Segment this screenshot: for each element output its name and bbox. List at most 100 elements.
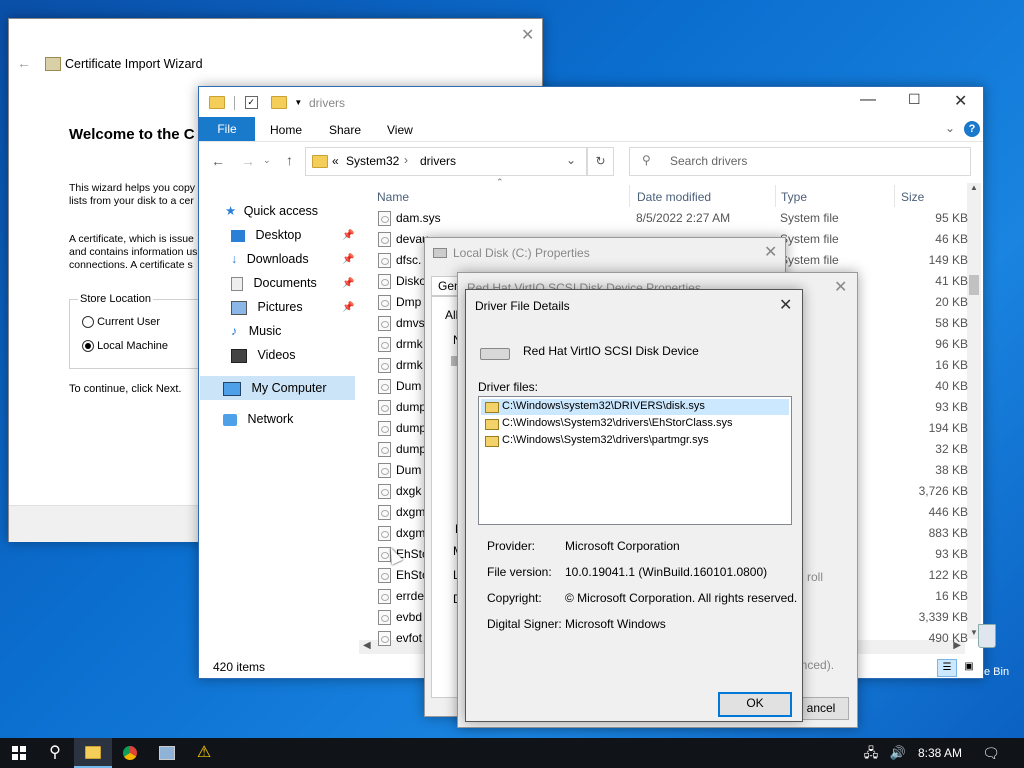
file-name-cell: evfot <box>378 628 422 649</box>
wizard-back-arrow-icon[interactable]: ← <box>17 55 31 71</box>
pin-icon[interactable]: 📌 <box>342 278 354 289</box>
explorer-close-button[interactable]: ✕ <box>954 91 967 111</box>
recycle-bin-icon[interactable] <box>978 624 996 648</box>
system-file-icon <box>378 400 391 416</box>
column-header-size[interactable]: Size <box>901 190 924 204</box>
star-icon: ★ <box>225 204 237 218</box>
warning-taskbar-button[interactable]: ⚠ <box>185 738 223 768</box>
nav-documents[interactable]: Documents <box>231 272 317 294</box>
file-size: 46 KB <box>935 232 968 246</box>
pin-icon[interactable]: 📌 <box>342 254 354 265</box>
local-disk-close-button[interactable]: ✕ <box>764 242 777 262</box>
file-name-cell: dxgm <box>378 502 425 523</box>
minimize-button[interactable]: — <box>860 91 876 109</box>
nav-network-label: Network <box>247 412 294 426</box>
file-name-cell: devau <box>378 229 429 250</box>
properties-check-icon[interactable]: ✓ <box>244 96 258 110</box>
file-name: dmvs <box>396 316 425 330</box>
driver-file-item[interactable]: C:\Windows\System32\drivers\EhStorClass.… <box>481 416 789 432</box>
disk-drive-icon <box>480 348 510 360</box>
column-header-name[interactable]: Name <box>377 190 409 204</box>
nav-desktop[interactable]: Desktop <box>231 224 301 246</box>
driver-file-item[interactable]: C:\Windows\System32\drivers\partmgr.sys <box>481 433 789 449</box>
new-folder-icon[interactable] <box>271 96 288 110</box>
local-disk-title: Local Disk (C:) Properties <box>453 246 590 260</box>
nav-videos[interactable]: Videos <box>231 344 295 366</box>
ribbon-tab-share[interactable]: Share <box>329 123 361 137</box>
maximize-button[interactable]: ☐ <box>908 91 921 108</box>
wizard-title: Certificate Import Wizard <box>65 57 203 71</box>
vertical-scrollbar[interactable]: ▲ ▼ <box>967 183 981 639</box>
volume-tray-icon[interactable]: 🔊 <box>884 738 912 768</box>
expand-ribbon-icon[interactable]: ⌄ <box>945 121 955 135</box>
recent-locations-icon[interactable]: ⌄ <box>263 155 271 166</box>
file-explorer-taskbar-button[interactable] <box>74 738 112 768</box>
wizard-intro-text: This wizard helps you copy lists from yo… <box>69 182 195 208</box>
up-arrow-icon[interactable]: ↑ <box>286 152 293 168</box>
large-icons-view-button[interactable]: ▣ <box>961 659 977 675</box>
scroll-left-icon[interactable]: ◀ <box>363 640 371 651</box>
local-machine-radio[interactable]: Local Machine <box>82 340 168 353</box>
nav-my-computer[interactable]: My Computer <box>223 377 327 399</box>
address-bar[interactable]: « System32 › drivers ⌄ <box>305 147 587 176</box>
file-name: dfsc. <box>396 253 422 267</box>
network-tray-icon[interactable]: 🖧 <box>856 738 886 768</box>
control-panel-taskbar-button[interactable] <box>148 738 186 768</box>
driver-file-item[interactable]: C:\Windows\system32\DRIVERS\disk.sys <box>481 399 789 415</box>
search-icon: ⚲ <box>642 153 651 167</box>
scroll-thumb[interactable] <box>969 275 979 295</box>
search-box[interactable]: ⚲ Search drivers <box>629 147 971 176</box>
recycle-bin-label[interactable]: e Bin <box>984 666 1009 678</box>
driver-files-list[interactable]: C:\Windows\system32\DRIVERS\disk.sys C:\… <box>478 396 792 525</box>
file-name: Dum <box>396 379 422 393</box>
ok-button[interactable]: OK <box>718 692 792 717</box>
customize-toolbar-icon[interactable]: ▼ <box>294 98 302 107</box>
scroll-up-icon[interactable]: ▲ <box>967 183 981 192</box>
help-icon[interactable]: ? <box>964 121 980 137</box>
file-size: 58 KB <box>935 316 968 330</box>
taskbar-clock[interactable]: 8:38 AM <box>918 746 962 760</box>
column-header-type[interactable]: Type <box>781 190 807 204</box>
wizard-close-button[interactable]: ✕ <box>521 25 534 45</box>
system-file-icon <box>378 337 391 353</box>
system-file-icon <box>378 253 391 269</box>
notifications-button[interactable]: 🗨 <box>976 738 1006 768</box>
current-user-radio[interactable]: Current User <box>82 316 160 329</box>
ribbon-tab-home[interactable]: Home <box>270 123 302 137</box>
pin-icon[interactable]: 📌 <box>342 302 354 313</box>
search-taskbar-button[interactable]: ⚲ <box>36 738 74 768</box>
nav-music[interactable]: ♪ Music <box>231 320 281 342</box>
folder-icon <box>209 96 225 110</box>
chrome-taskbar-button[interactable] <box>111 738 149 768</box>
nav-quick-access[interactable]: ★ Quick access <box>225 200 318 222</box>
details-view-button[interactable]: ☰ <box>937 659 957 677</box>
quick-access-toolbar: ✓ ▼ <box>209 95 302 110</box>
ribbon-tab-file[interactable]: File <box>199 117 255 141</box>
file-name-cell: evbd <box>378 607 422 628</box>
dialog-close-button[interactable]: ✕ <box>779 295 792 315</box>
address-part-system32[interactable]: System32 <box>346 154 399 168</box>
address-overflow[interactable]: « <box>332 154 339 168</box>
start-button[interactable] <box>0 738 38 768</box>
pin-icon[interactable]: 📌 <box>342 230 354 241</box>
driver-files-label: Driver files: <box>478 380 539 394</box>
ribbon-tab-view[interactable]: View <box>387 123 413 137</box>
cancel-button-label: ancel <box>806 701 836 715</box>
device-properties-close-button[interactable]: ✕ <box>834 277 847 297</box>
refresh-button[interactable]: ↻ <box>587 147 614 176</box>
back-arrow-icon[interactable]: ← <box>211 153 225 169</box>
table-row[interactable]: dam.sys 8/5/2022 2:27 AM System file 95 KB <box>378 208 968 229</box>
address-part-drivers[interactable]: drivers <box>420 154 456 168</box>
nav-pictures[interactable]: Pictures <box>231 296 303 318</box>
column-header-date[interactable]: Date modified <box>637 190 711 204</box>
file-explorer-icon <box>85 746 101 760</box>
driver-file-details-dialog: Driver File Details ✕ Red Hat VirtIO SCS… <box>465 289 803 722</box>
address-dropdown-icon[interactable]: ⌄ <box>566 153 576 167</box>
file-version-label: File version: <box>487 565 552 579</box>
forward-arrow-icon[interactable]: → <box>241 153 255 169</box>
refresh-icon: ↻ <box>595 154 606 168</box>
nav-network[interactable]: Network <box>223 408 293 430</box>
file-name-cell: dxgk <box>378 481 421 502</box>
nav-downloads[interactable]: ↓ Downloads <box>231 248 309 270</box>
wizard-cert-line-1: A certificate, which is issue <box>69 233 194 245</box>
